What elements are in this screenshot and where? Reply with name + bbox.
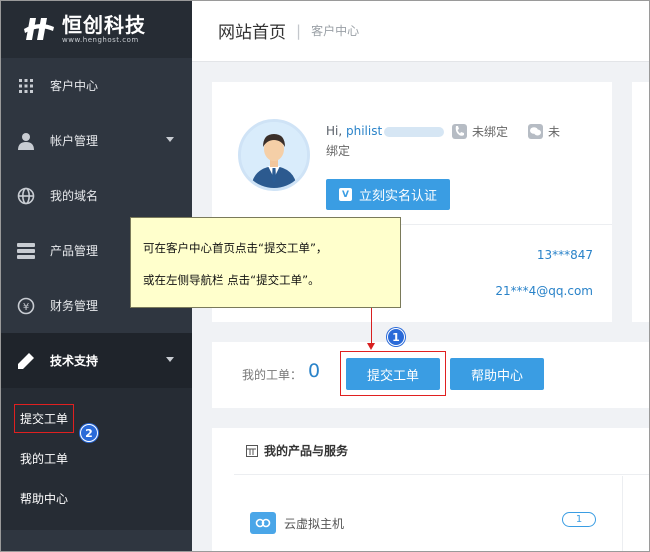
step-badge-1: 1 [387,328,405,346]
ticket-count-label: 我的工单： [242,368,303,382]
svg-text:¥: ¥ [23,302,29,313]
page-title: 网站首页 [218,23,286,43]
verify-button-label: 立刻实名认证 [358,189,437,204]
wechat-bind-status[interactable]: 未 [528,123,560,140]
chevron-down-icon [166,137,174,142]
divider [234,474,650,475]
logo[interactable]: 恒创科技 www.henghost.com [0,0,192,58]
sidebar-item-label: 财务管理 [50,299,99,313]
yen-icon: ¥ [16,296,36,316]
header-separator: | [296,21,302,40]
avatar [238,119,310,191]
products-heading-text: 我的产品与服务 [264,444,349,458]
phone-bind-status[interactable]: 未绑定 [452,123,508,140]
cloud-icon [250,512,276,534]
divider [622,476,623,552]
wechat-status-continued: 绑定 [326,144,351,158]
pencil-icon [16,351,36,371]
product-item-virtual-host[interactable]: 云虚拟主机 [250,512,344,534]
phone-status-text: 未绑定 [472,125,509,139]
sidebar-item-account[interactable]: 帐户管理 [0,113,192,168]
help-center-button[interactable]: 帮助中心 [450,358,544,390]
sidebar-item-domains[interactable]: 我的域名 [0,168,192,223]
ticket-count[interactable]: 0 [308,360,320,382]
wechat-icon [528,124,543,139]
sidebar-item-label: 产品管理 [50,244,99,258]
sidebar-subitem-label: 我的工单 [20,451,69,466]
greeting-text: Hi, [326,124,343,138]
server-icon [16,241,36,261]
table-icon [246,444,258,457]
callout-line-1: 可在客户中心首页点击“提交工单”， [143,241,328,255]
support-submenu: 提交工单 我的工单 帮助中心 [0,388,192,530]
sidebar-subitem-help-center[interactable]: 帮助中心 [0,478,192,518]
sidebar-item-label: 技术支持 [50,354,99,368]
sidebar-subitem-my-tickets[interactable]: 我的工单 [0,438,192,478]
username-redacted [384,126,445,137]
grid-icon [16,76,36,96]
phone-icon [452,124,467,139]
sidebar-item-customer-center[interactable]: 客户中心 [0,58,192,113]
sidebar-item-label: 帐户管理 [50,134,99,148]
arrow-head-icon [367,343,375,350]
brand-url: www.henghost.com [62,36,139,44]
callout-line-2: 或在左侧导航栏 点击“提交工单”。 [143,273,320,287]
sidebar-item-label: 我的域名 [50,189,99,203]
greeting: Hi, philist [326,124,445,138]
products-card: 我的产品与服务 云虚拟主机 1 [212,428,650,552]
wechat-status-text: 未 [548,125,561,139]
products-heading: 我的产品与服务 [246,442,348,459]
phone-number: 13***847 [536,248,593,262]
verify-icon: V [338,188,352,201]
real-name-verify-button[interactable]: V 立刻实名认证 [326,179,450,210]
product-item-label: 云虚拟主机 [284,516,345,531]
sidebar-subitem-label: 帮助中心 [20,491,69,506]
globe-icon [16,186,36,206]
step-badge-2: 2 [80,424,98,442]
side-card [632,82,650,322]
logo-icon [22,14,56,44]
user-icon [16,131,36,151]
submit-ticket-button[interactable]: 提交工单 [346,358,440,390]
chevron-down-icon [166,357,174,362]
sidebar-item-label: 客户中心 [50,79,99,93]
ticket-card: 我的工单： 0 提交工单 帮助中心 [212,342,650,408]
breadcrumb[interactable]: 客户中心 [311,22,359,39]
header: 网站首页 | 客户中心 [192,0,650,62]
sidebar-item-tech-support[interactable]: 技术支持 [0,333,192,388]
email-address: 21***4@qq.com [495,284,593,298]
brand-name: 恒创科技 [62,13,146,37]
callout-arrow [371,308,372,346]
instruction-callout: 可在客户中心首页点击“提交工单”， 或在左侧导航栏 点击“提交工单”。 [130,217,401,308]
product-count-badge[interactable]: 1 [562,512,596,527]
highlight-box [14,404,74,433]
username: philist [346,124,383,138]
